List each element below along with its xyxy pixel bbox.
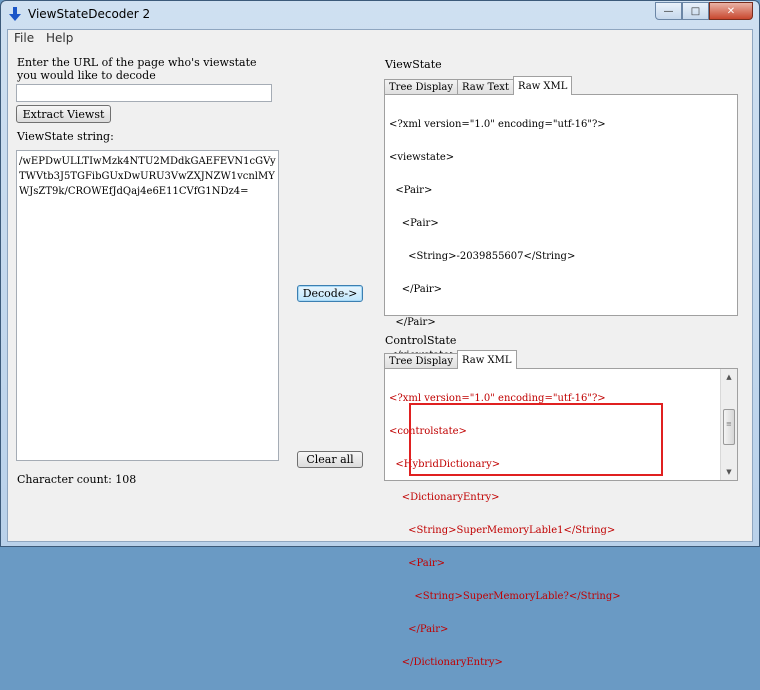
character-count: Character count: 108 (17, 473, 137, 486)
xml-line: <Pair> (389, 185, 433, 196)
xml-line: <String>SuperMemoryLable?</String> (389, 591, 621, 602)
scrollbar-thumb[interactable]: ≡ (723, 409, 735, 445)
viewstate-string-value: /wEPDwULLTIwMzk4NTU2MDdkGAEFEVN1cGVyTWVt… (19, 156, 276, 197)
viewstate-string-textarea[interactable]: /wEPDwULLTIwMzk4NTU2MDdkGAEFEVN1cGVyTWVt… (16, 150, 279, 461)
controlstate-scrollbar[interactable]: ▲ ≡ ▼ (720, 369, 737, 480)
tab-viewstate-tree-display[interactable]: Tree Display (384, 79, 459, 95)
menu-help[interactable]: Help (46, 31, 73, 45)
xml-line: <Pair> (389, 218, 439, 229)
menu-file[interactable]: File (14, 31, 34, 45)
controlstate-xml-panel[interactable]: <?xml version="1.0" encoding="utf-16"?> … (384, 368, 738, 668)
controlstate-tabs: Tree Display Raw XML (384, 350, 517, 369)
maximize-icon: □ (690, 5, 701, 17)
xml-line: </Pair> (389, 624, 449, 635)
controlstate-section-label: ControlState (385, 334, 457, 347)
tab-viewstate-raw-text[interactable]: Raw Text (457, 79, 514, 95)
clear-all-button[interactable]: Clear all (297, 451, 363, 468)
window-title: ViewStateDecoder 2 (28, 7, 151, 21)
xml-line: <String>SuperMemoryLable1</String> (389, 525, 616, 536)
close-icon: ✕ (726, 5, 736, 17)
xml-line: <String>-2039855607</String> (389, 251, 576, 262)
download-arrow-icon (9, 7, 21, 21)
title-bar[interactable]: ViewStateDecoder 2 — □ ✕ (1, 1, 759, 29)
maximize-button[interactable]: □ (682, 2, 709, 20)
app-window: ViewStateDecoder 2 — □ ✕ File Help Enter… (0, 0, 760, 668)
grip-icon: ≡ (726, 420, 732, 428)
viewstate-section-label: ViewState (385, 58, 442, 71)
minimize-icon: — (663, 5, 674, 17)
scroll-up-arrow-icon[interactable]: ▲ (721, 369, 737, 385)
tab-viewstate-raw-xml[interactable]: Raw XML (512, 76, 573, 95)
client-area: File Help Enter the URL of the page who'… (7, 29, 753, 668)
extract-viewstate-button[interactable]: Extract Viewst (16, 105, 111, 123)
menu-bar: File Help (8, 30, 752, 48)
xml-line: </Pair> (389, 317, 436, 328)
highlight-annotation-box (409, 403, 663, 476)
decode-button[interactable]: Decode-> (297, 285, 363, 302)
viewstate-string-label: ViewState string: (17, 130, 114, 143)
viewstate-xml-panel[interactable]: <?xml version="1.0" encoding="utf-16"?> … (384, 94, 738, 361)
xml-line: <?xml version="1.0" encoding="utf-16"?> (389, 119, 606, 130)
url-input[interactable] (16, 84, 272, 102)
scroll-down-arrow-icon[interactable]: ▼ (721, 464, 737, 480)
window-controls: — □ ✕ (655, 2, 753, 20)
close-button[interactable]: ✕ (709, 2, 753, 20)
url-prompt-label: Enter the URL of the page who's viewstat… (17, 56, 257, 82)
viewstate-tabs: Tree Display Raw Text Raw XML (384, 76, 573, 95)
tab-controlstate-tree-display[interactable]: Tree Display (384, 353, 459, 369)
xml-line: </DictionaryEntry> (389, 657, 503, 668)
minimize-button[interactable]: — (655, 2, 682, 20)
xml-line: <DictionaryEntry> (389, 492, 500, 503)
tab-controlstate-raw-xml[interactable]: Raw XML (457, 350, 517, 369)
xml-line: <viewstate> (389, 152, 455, 163)
xml-line: <Pair> (389, 558, 446, 569)
xml-line: </Pair> (389, 284, 443, 295)
